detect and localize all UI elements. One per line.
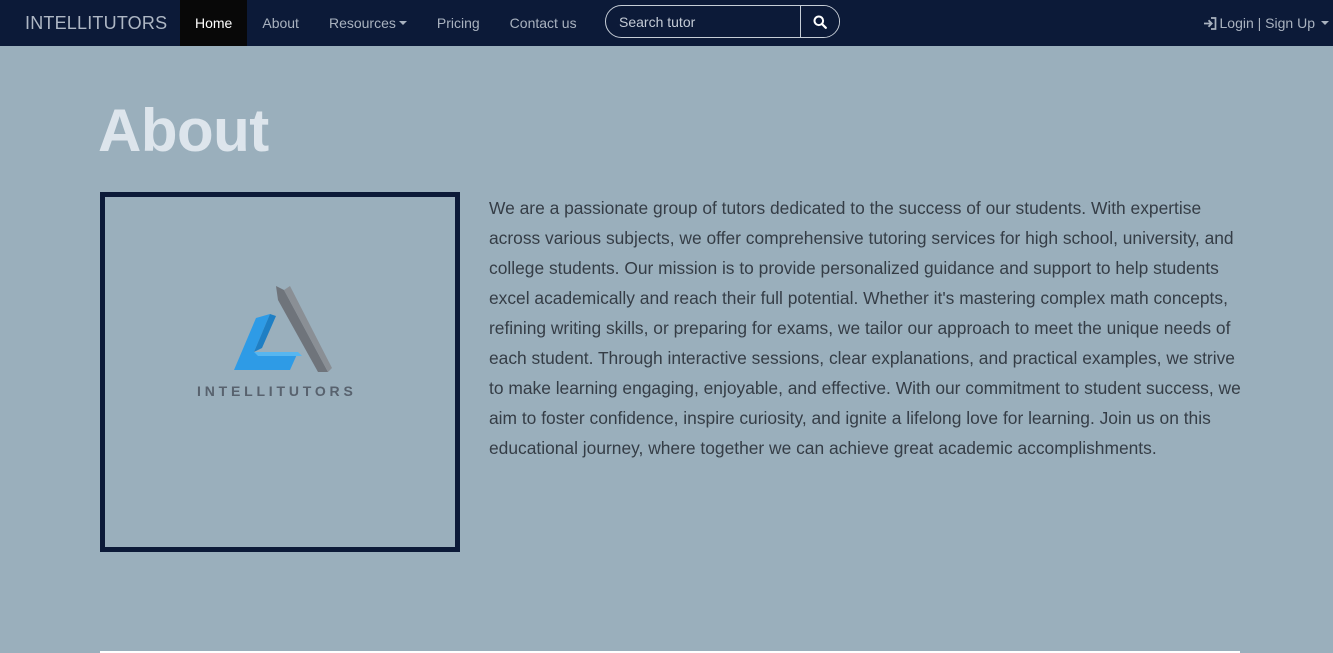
logo-wordmark: INTELLITUTORS — [197, 383, 357, 399]
nav-resources[interactable]: Resources — [314, 0, 422, 46]
search-button[interactable] — [800, 6, 839, 37]
caret-down-icon — [1321, 21, 1329, 25]
about-description: We are a passionate group of tutors dedi… — [489, 198, 1241, 458]
login-signup-label: Login | Sign Up — [1219, 15, 1315, 31]
nav-home[interactable]: Home — [180, 0, 248, 46]
login-icon — [1203, 16, 1216, 30]
nav-resources-label: Resources — [328, 15, 396, 31]
brand-logo[interactable]: INTELLITUTORS — [0, 0, 180, 46]
search-input[interactable] — [606, 6, 800, 37]
nav-about[interactable]: About — [247, 0, 314, 46]
top-navbar: INTELLITUTORS Home About Resources Prici… — [0, 0, 1333, 46]
page-title: About — [98, 97, 269, 164]
login-signup-menu[interactable]: Login | Sign Up — [1203, 0, 1329, 46]
search-icon — [813, 15, 827, 29]
nav-pricing[interactable]: Pricing — [422, 0, 495, 46]
intellitutors-logo-icon — [234, 286, 332, 372]
caret-down-icon — [398, 21, 407, 25]
nav-contact[interactable]: Contact us — [495, 0, 592, 46]
search-form — [605, 5, 840, 38]
nav-menu: Home About Resources Pricing Contact us — [180, 0, 592, 46]
